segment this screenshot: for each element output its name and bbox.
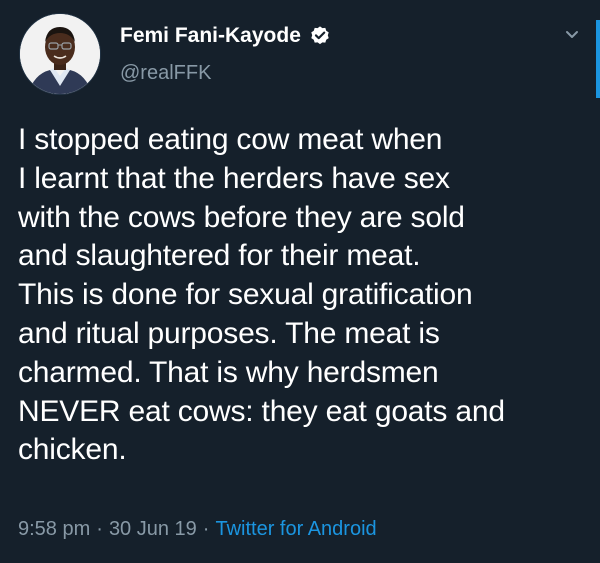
tweet-text-line: chicken. bbox=[18, 433, 127, 467]
display-name[interactable]: Femi Fani-Kayode bbox=[120, 24, 301, 48]
user-handle[interactable]: @realFFK bbox=[120, 62, 211, 85]
avatar[interactable] bbox=[20, 14, 100, 94]
tweet-meta: 9:58 pm · 30 Jun 19 · Twitter for Android bbox=[18, 518, 377, 541]
tweet-source-link[interactable]: Twitter for Android bbox=[215, 518, 376, 540]
avatar-photo bbox=[20, 14, 100, 94]
tweet-text-line: I stopped eating cow meat when bbox=[18, 123, 443, 156]
tweet-text: I stopped eating cow meat when I learnt … bbox=[18, 121, 588, 470]
tweet-text-line: and slaughtered for their meat. bbox=[18, 239, 421, 273]
tweet-card: Femi Fani-Kayode @realFFK I stopped eati… bbox=[0, 0, 600, 563]
tweet-time[interactable]: 9:58 pm bbox=[18, 518, 90, 540]
tweet-text-line: I learnt that the herders have sex bbox=[18, 161, 450, 195]
chevron-down-icon[interactable] bbox=[561, 26, 583, 44]
tweet-text-line: with the cows before they are sold bbox=[18, 200, 465, 234]
separator: · bbox=[96, 518, 103, 540]
tweet-text-line: charmed. That is why herdsmen bbox=[18, 355, 439, 389]
tweet-text-line: and ritual purposes. The meat is bbox=[18, 316, 440, 350]
separator: · bbox=[202, 518, 210, 540]
verified-badge-icon bbox=[309, 25, 331, 47]
tweet-text-line: This is done for sexual gratification bbox=[18, 278, 473, 312]
tweet-text-line: NEVER eat cows: they eat goats and bbox=[18, 394, 505, 428]
scrollbar-edge bbox=[596, 20, 600, 98]
tweet-date[interactable]: 30 Jun 19 bbox=[109, 518, 197, 540]
author-name-row: Femi Fani-Kayode bbox=[120, 24, 331, 48]
